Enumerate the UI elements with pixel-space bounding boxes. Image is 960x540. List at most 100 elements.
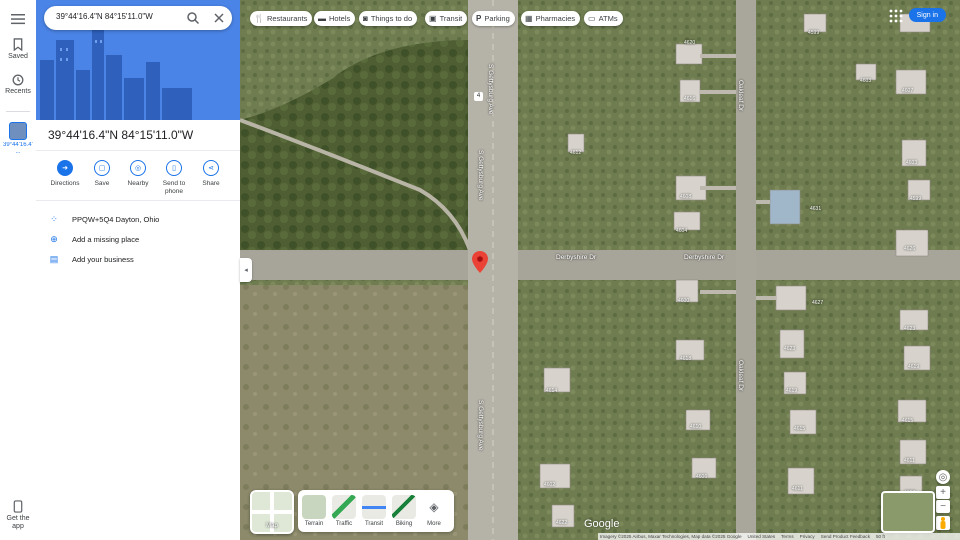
transit-icon: ▣	[429, 14, 437, 23]
house-number: 4631	[810, 206, 822, 212]
chip-parking-label: Parking	[484, 14, 510, 23]
search-box[interactable]: 39°44'16.4"N 84°15'11.0"W	[44, 6, 232, 30]
layer-terrain-label: Terrain	[304, 521, 324, 527]
house-number: 4599	[910, 196, 922, 202]
plus-code-text: PPQW+5Q4 Dayton, Ohio	[72, 214, 160, 224]
house-number: 4608	[680, 194, 692, 200]
left-rail: Saved Recents 39°44'16.4"N ... Get the a…	[0, 0, 37, 540]
get-app-button[interactable]: Get the app	[0, 500, 36, 531]
menu-icon[interactable]	[11, 12, 25, 25]
chip-atms-label: ATMs	[598, 14, 618, 23]
house-number: 4610	[690, 424, 702, 430]
collapse-panel-button[interactable]: ◂	[240, 258, 252, 282]
scale-label: 50 ft	[876, 534, 885, 539]
map-type-toggle[interactable]: Map	[250, 490, 294, 534]
feedback-link[interactable]: Send Product Feedback	[821, 534, 870, 539]
house-number: 4619	[786, 388, 798, 394]
directions-button[interactable]: ➜ Directions	[47, 160, 83, 187]
send-to-phone-button[interactable]: ▯ Send to phone	[156, 160, 192, 196]
search-input[interactable]: 39°44'16.4"N 84°15'11.0"W	[56, 12, 153, 21]
country-link[interactable]: United States	[748, 534, 776, 539]
business-icon: ▤	[49, 253, 59, 264]
house-number: 4599	[808, 30, 820, 36]
plus-icon: +	[940, 487, 946, 498]
save-button[interactable]: ▢ Save	[84, 160, 120, 187]
house-number: 4606	[696, 474, 708, 480]
chip-restaurants-label: Restaurants	[266, 14, 308, 23]
rail-divider	[6, 111, 30, 112]
chip-transit[interactable]: ▣ Transit	[425, 11, 468, 26]
get-app-label: Get the app	[6, 515, 30, 530]
road-label-oakleaf-2: Oakleaf Dr	[737, 360, 744, 392]
imagery-attribution: Imagery ©2025 Airbus, Maxar Technologies…	[600, 534, 742, 539]
layer-terrain[interactable]: Terrain	[302, 495, 326, 527]
add-missing-place-row[interactable]: ⊕ Add a missing place	[48, 232, 139, 246]
phone-icon: ▯	[166, 160, 182, 176]
camera-icon: ◙	[363, 14, 368, 23]
bookmark-icon: ▢	[94, 160, 110, 176]
add-place-icon: ⊕	[50, 233, 58, 244]
chip-atms[interactable]: ▭ ATMs	[584, 11, 623, 26]
house-number: 4616	[684, 96, 696, 102]
zoom-out-button[interactable]: −	[936, 500, 950, 513]
pegman-icon[interactable]	[936, 516, 950, 530]
recent-place-label: 39°44'16.4"N ...	[3, 142, 33, 155]
house-number: 4620	[684, 40, 696, 46]
share-icon: ⋖	[203, 160, 219, 176]
search-icon[interactable]	[186, 11, 200, 25]
terrain-thumbnail	[302, 495, 326, 519]
recents-button[interactable]: Recents	[0, 74, 36, 95]
house-number: 4618	[680, 356, 692, 362]
street-view-thumbnail[interactable]	[881, 491, 935, 533]
terms-link[interactable]: Terms	[781, 534, 794, 539]
layer-more-label: More	[427, 521, 441, 527]
house-number: 4611	[792, 486, 803, 492]
save-label: Save	[94, 180, 110, 187]
chip-restaurants[interactable]: 🍴 Restaurants	[250, 11, 313, 26]
restaurant-icon: 🍴	[254, 14, 264, 23]
layer-more[interactable]: ◈ More	[422, 495, 446, 527]
layer-biking[interactable]: Biking	[392, 495, 416, 527]
layers-icon: ◈	[422, 495, 446, 519]
share-button[interactable]: ⋖ Share	[193, 160, 229, 187]
chip-parking[interactable]: P Parking	[472, 11, 515, 26]
house-number: 4611	[904, 458, 915, 464]
house-number: 4603	[906, 160, 918, 166]
house-number: 4604	[676, 228, 688, 234]
chip-things-to-do[interactable]: ◙ Things to do	[359, 11, 418, 26]
chip-hotels-label: Hotels	[329, 14, 351, 23]
recent-place-item[interactable]: 39°44'16.4"N ...	[0, 122, 36, 156]
house-number: 4600	[678, 298, 690, 304]
chip-hotels[interactable]: ▬ Hotels	[314, 11, 356, 26]
chip-pharmacies-label: Pharmacies	[535, 14, 576, 23]
saved-button[interactable]: Saved	[0, 38, 36, 60]
privacy-link[interactable]: Privacy	[800, 534, 815, 539]
add-business-row[interactable]: ▤ Add your business	[48, 252, 134, 266]
hotel-icon: ▬	[318, 14, 326, 23]
my-location-icon[interactable]: ◎	[936, 470, 950, 484]
bookmark-icon	[13, 38, 23, 51]
derbyshire-road	[240, 250, 960, 280]
close-icon[interactable]	[212, 11, 226, 25]
location-pin-icon[interactable]	[472, 251, 488, 273]
layer-biking-label: Biking	[395, 521, 413, 527]
phone-icon	[13, 500, 23, 513]
layer-transit-label: Transit	[364, 521, 384, 527]
directions-icon: ➜	[57, 160, 73, 176]
nearby-label: Nearby	[127, 180, 149, 187]
zoom-in-button[interactable]: +	[936, 486, 950, 499]
plus-code-icon: ⁘	[50, 213, 58, 224]
nearby-button[interactable]: ◎ Nearby	[120, 160, 156, 187]
sign-in-button[interactable]: Sign in	[908, 8, 946, 22]
route-marker: 4	[474, 92, 483, 101]
parking-icon: P	[476, 14, 482, 23]
layer-traffic[interactable]: Traffic	[332, 495, 356, 527]
apps-grid-icon[interactable]	[889, 9, 903, 23]
chip-pharmacies[interactable]: ▦ Pharmacies	[521, 11, 581, 26]
panel-divider	[36, 150, 240, 151]
road-label-gettysburg-low: S Gettysburg Ave	[477, 400, 484, 451]
plus-code-row[interactable]: ⁘ PPQW+5Q4 Dayton, Ohio	[48, 212, 159, 226]
attribution-bar: Imagery ©2025 Airbus, Maxar Technologies…	[598, 533, 960, 540]
house-number: 4627	[812, 300, 824, 306]
layer-transit[interactable]: Transit	[362, 495, 386, 527]
